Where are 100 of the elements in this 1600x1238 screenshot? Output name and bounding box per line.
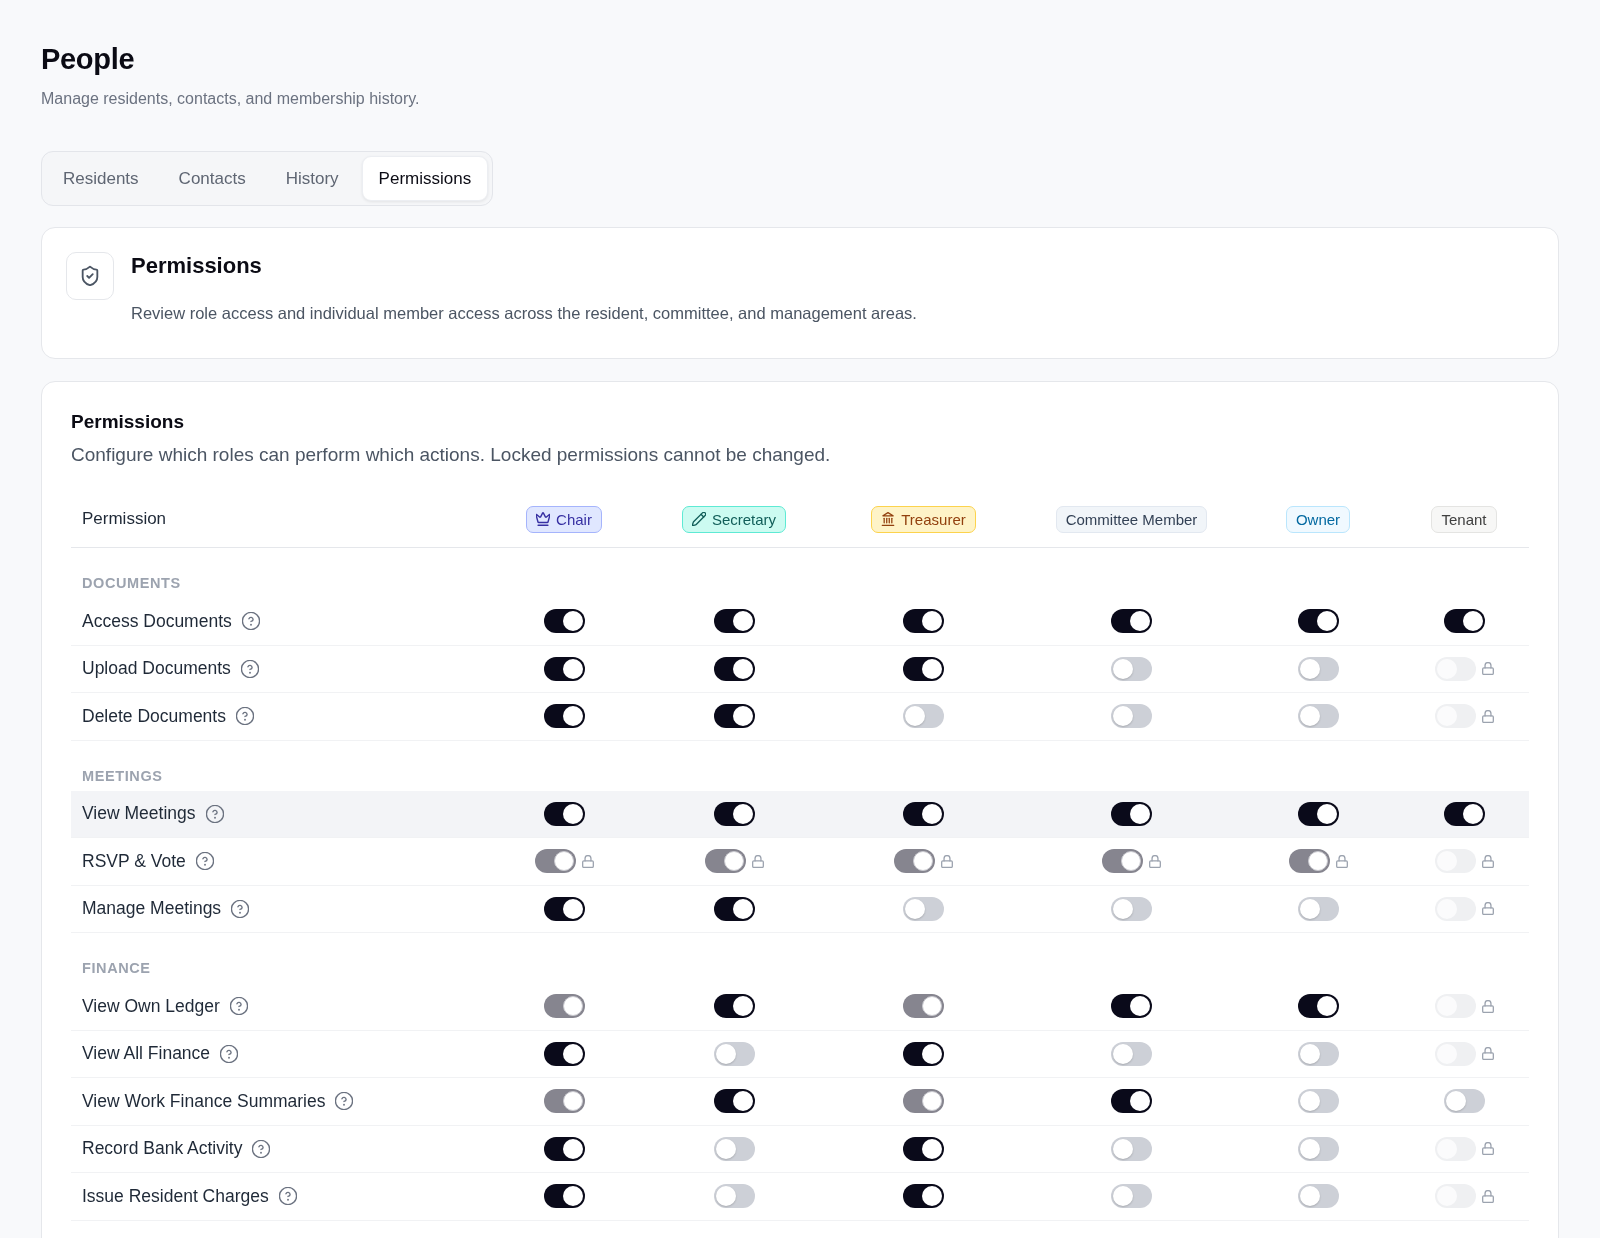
toggle-switch[interactable]	[903, 801, 944, 826]
toggle-switch[interactable]	[1297, 896, 1339, 921]
toggle-switch[interactable]	[543, 1136, 585, 1161]
toggle-switch[interactable]	[1297, 609, 1339, 634]
toggle-switch[interactable]	[543, 1041, 585, 1066]
toggle-switch[interactable]	[903, 1041, 944, 1066]
toggle-switch[interactable]	[1297, 1136, 1339, 1161]
toggle-switch[interactable]	[713, 896, 755, 921]
toggle-switch[interactable]	[1111, 656, 1152, 681]
lock-icon	[941, 854, 953, 868]
toggle-switch[interactable]	[903, 609, 944, 634]
help-icon[interactable]	[241, 612, 260, 631]
card-title: Permissions	[131, 252, 263, 280]
lock-icon	[1481, 1142, 1494, 1156]
toggle-switch[interactable]	[543, 1184, 585, 1209]
toggle-switch[interactable]	[1443, 801, 1485, 826]
help-icon[interactable]	[278, 1187, 297, 1206]
section-label: MEETINGS	[82, 767, 163, 784]
card-description: Configure which roles can perform which actions. Locked permissions cannot be changed.	[71, 443, 832, 467]
lock-icon	[1481, 1189, 1494, 1203]
toggle-switch[interactable]	[1297, 1089, 1339, 1114]
toggle-switch[interactable]	[1111, 1089, 1152, 1114]
shield-check-icon	[66, 252, 114, 300]
lock-icon	[1481, 999, 1494, 1013]
tab[interactable]: Contacts	[161, 156, 263, 201]
pencil-icon	[691, 512, 706, 526]
card-title: Permissions	[71, 410, 185, 434]
toggle-switch[interactable]	[1111, 994, 1152, 1019]
lock-icon	[1335, 854, 1348, 868]
toggle-switch[interactable]	[1297, 704, 1339, 729]
tab[interactable]: History	[268, 156, 356, 201]
lock-icon	[1481, 662, 1494, 676]
role-label: Secretary	[711, 509, 777, 529]
help-icon[interactable]	[252, 1139, 271, 1158]
toggle-switch[interactable]	[1111, 896, 1152, 921]
toggle-switch[interactable]	[543, 896, 585, 921]
toggle-switch[interactable]	[1111, 1184, 1152, 1209]
permission-label: View All Finance	[82, 1043, 211, 1065]
toggle-switch[interactable]	[543, 609, 585, 634]
help-icon[interactable]	[220, 1044, 239, 1063]
help-icon[interactable]	[235, 707, 254, 726]
toggle-switch[interactable]	[543, 704, 585, 729]
toggle-switch[interactable]	[1111, 1041, 1152, 1066]
toggle-switch[interactable]	[713, 1136, 755, 1161]
toggle-switch[interactable]	[713, 656, 755, 681]
permission-label: Record Bank Activity	[82, 1138, 243, 1160]
role-label: Chair	[556, 509, 592, 529]
permission-label: Manage Meetings	[82, 898, 222, 920]
bank-icon	[881, 512, 896, 526]
crown-icon	[536, 512, 551, 526]
lock-icon	[581, 854, 594, 868]
lock-icon	[1481, 902, 1494, 916]
lock-icon	[1481, 709, 1494, 723]
toggle-switch[interactable]	[1297, 656, 1339, 681]
toggle-switch[interactable]	[1297, 994, 1339, 1019]
help-icon[interactable]	[335, 1092, 354, 1111]
section-label: DOCUMENTS	[82, 575, 181, 591]
toggle-switch[interactable]	[1111, 801, 1152, 826]
toggle-switch[interactable]	[543, 801, 585, 826]
role-label: Committee Member	[1065, 509, 1198, 529]
help-icon[interactable]	[229, 997, 248, 1016]
toggle-switch[interactable]	[903, 704, 944, 729]
help-icon[interactable]	[231, 899, 250, 918]
help-icon[interactable]	[195, 852, 214, 871]
toggle-switch[interactable]	[903, 1136, 944, 1161]
toggle-switch[interactable]	[1111, 1136, 1152, 1161]
permission-label: RSVP & Vote	[82, 850, 186, 872]
tab[interactable]: Permissions	[361, 156, 489, 201]
toggle-switch[interactable]	[1297, 801, 1339, 826]
toggle-switch[interactable]	[713, 1089, 755, 1114]
card-description: Review role access and individual member access across the resident, committee, and management areas.	[131, 303, 917, 324]
toggle-switch[interactable]	[1297, 1041, 1339, 1066]
toggle-switch[interactable]	[713, 1184, 755, 1209]
toggle-switch[interactable]	[713, 609, 755, 634]
toggle-switch[interactable]	[1443, 609, 1485, 634]
toggle-switch[interactable]	[903, 896, 944, 921]
toggle-switch[interactable]	[903, 1184, 944, 1209]
toggle-switch[interactable]	[1111, 609, 1152, 634]
toggle-switch[interactable]	[713, 704, 755, 729]
toggle-switch[interactable]	[543, 656, 585, 681]
lock-icon	[751, 854, 764, 868]
toggle-switch[interactable]	[713, 994, 755, 1019]
permission-label: Delete Documents	[82, 705, 226, 727]
tab[interactable]: Residents	[46, 156, 156, 201]
lock-icon	[1149, 854, 1161, 868]
column-header: Permission	[82, 509, 167, 529]
toggle-switch[interactable]	[1443, 1089, 1485, 1114]
help-icon[interactable]	[240, 659, 259, 678]
toggle-switch[interactable]	[1111, 704, 1152, 729]
permission-label: View Meetings	[82, 803, 196, 825]
role-label: Owner	[1295, 509, 1341, 529]
toggle-switch[interactable]	[903, 656, 944, 681]
lock-icon	[1481, 1047, 1494, 1061]
lock-icon	[1481, 854, 1494, 868]
toggle-switch[interactable]	[1297, 1184, 1339, 1209]
permission-label: View Work Finance Summaries	[82, 1090, 326, 1112]
toggle-switch[interactable]	[713, 1041, 755, 1066]
toggle-switch[interactable]	[713, 801, 755, 826]
help-icon[interactable]	[205, 804, 224, 823]
permission-label: Upload Documents	[82, 658, 231, 680]
